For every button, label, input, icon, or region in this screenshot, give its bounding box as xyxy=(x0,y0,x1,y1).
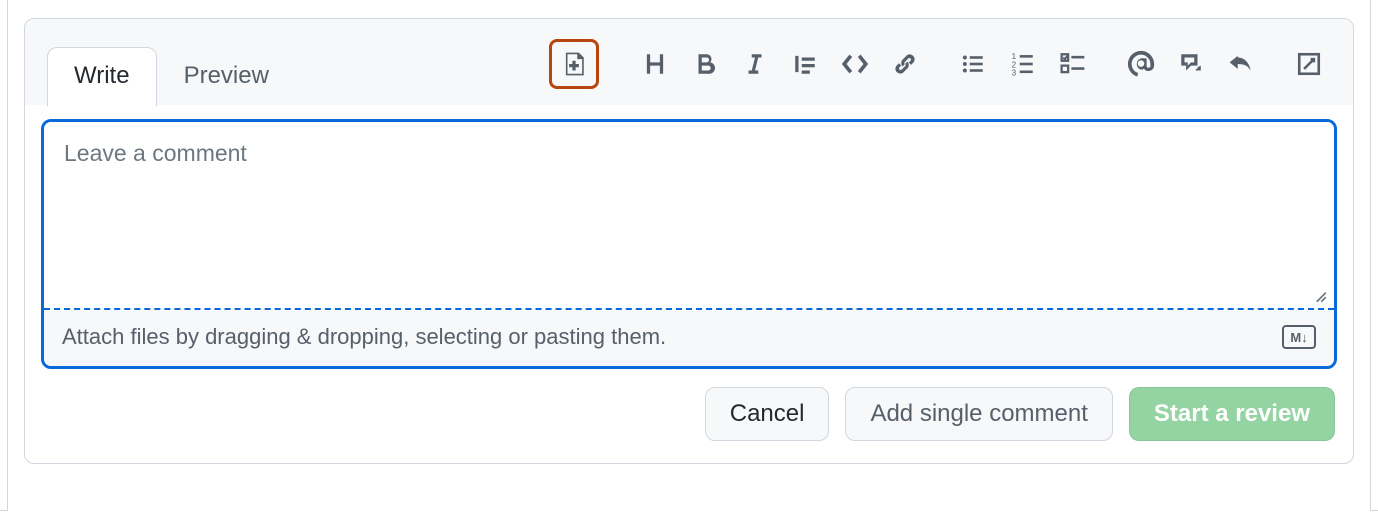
ordered-list-icon[interactable]: 123 xyxy=(1001,42,1045,86)
tab-write[interactable]: Write xyxy=(47,47,157,106)
cancel-button[interactable]: Cancel xyxy=(705,387,830,441)
markdown-help-icon[interactable]: M↓ xyxy=(1282,325,1316,349)
task-list-icon[interactable] xyxy=(1051,42,1095,86)
diff-suggestion-icon[interactable] xyxy=(549,39,599,89)
link-icon[interactable] xyxy=(883,42,927,86)
start-review-button[interactable]: Start a review xyxy=(1129,387,1335,441)
svg-text:3: 3 xyxy=(1012,68,1017,77)
editor-tabs: Write Preview xyxy=(47,46,296,105)
fullscreen-icon[interactable] xyxy=(1287,42,1331,86)
editor-header: Write Preview xyxy=(25,19,1353,105)
italic-icon[interactable] xyxy=(733,42,777,86)
comment-panel: Write Preview xyxy=(24,18,1354,464)
add-single-comment-button[interactable]: Add single comment xyxy=(845,387,1112,441)
reply-icon[interactable] xyxy=(1219,42,1263,86)
tab-preview[interactable]: Preview xyxy=(157,47,296,106)
attach-hint-text: Attach files by dragging & dropping, sel… xyxy=(62,324,666,350)
action-bar: Cancel Add single comment Start a review xyxy=(41,369,1337,445)
unordered-list-icon[interactable] xyxy=(951,42,995,86)
heading-icon[interactable] xyxy=(633,42,677,86)
bold-icon[interactable] xyxy=(683,42,727,86)
cross-reference-icon[interactable] xyxy=(1169,42,1213,86)
attach-bar[interactable]: Attach files by dragging & dropping, sel… xyxy=(44,308,1334,366)
editor-focus-ring: Attach files by dragging & dropping, sel… xyxy=(41,119,1337,369)
comment-textarea[interactable] xyxy=(44,122,1334,302)
formatting-toolbar: 123 xyxy=(549,39,1337,105)
code-icon[interactable] xyxy=(833,42,877,86)
editor-body: Attach files by dragging & dropping, sel… xyxy=(25,105,1353,463)
mention-icon[interactable] xyxy=(1119,42,1163,86)
quote-icon[interactable] xyxy=(783,42,827,86)
